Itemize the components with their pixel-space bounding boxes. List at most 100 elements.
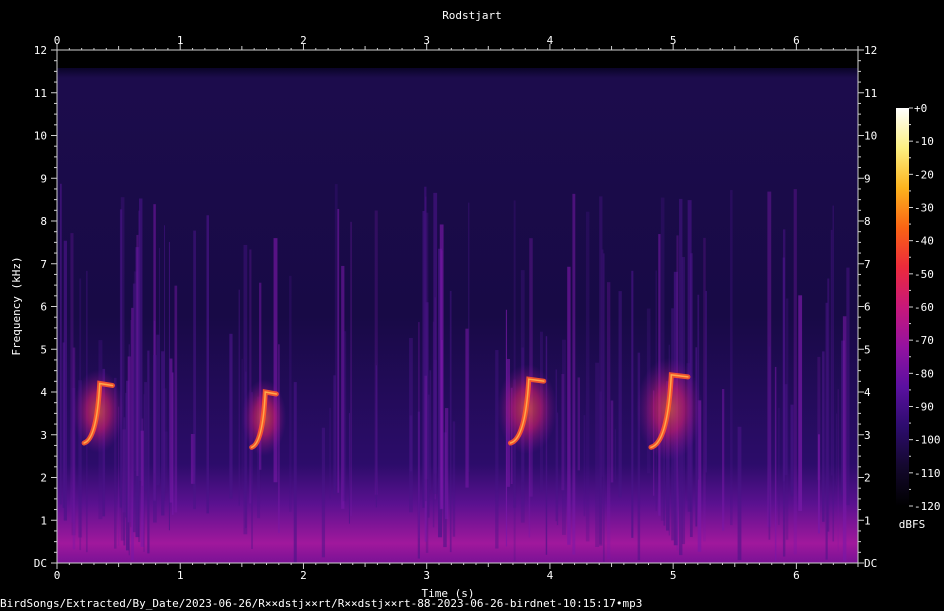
noise-streak [249,249,252,504]
noise-streak [350,221,352,516]
noise-streak [610,400,614,483]
noise-streak [614,429,616,480]
bird-call-4 [636,357,703,461]
noise-streak [822,351,825,522]
colorbar-tick-label: -120 [914,500,941,513]
y-tick-label-right: 7 [864,258,871,271]
y-tick-label: 7 [40,258,47,271]
y-tick-label: 12 [34,44,47,57]
y-tick-label-right: 10 [864,130,877,143]
noise-streak [144,382,148,491]
noise-streak [817,434,820,534]
noise-streak [722,388,725,531]
noise-streak [329,407,331,499]
noise-streak [141,418,144,486]
noise-streak [842,316,847,562]
y-tick-label: 10 [34,130,47,143]
noise-streak [774,366,777,561]
noise-streak [147,350,150,554]
x-tick-label-top: 1 [177,34,184,47]
y-axis-left: DC123456789101112 [34,44,57,570]
noise-streak [153,355,157,523]
noise-streak [465,328,469,488]
noise-streak [441,250,443,489]
y-tick-label-right: 8 [864,215,871,228]
noise-streak [206,215,210,514]
noise-streak [128,344,131,556]
colorbar-tick-label: -50 [914,268,934,281]
noise-streak [495,350,499,549]
colorbar-tick-label: -100 [914,434,941,447]
x-tick-label-top: 5 [670,34,677,47]
y-tick-label: 8 [40,215,47,228]
y-tick-label-right: 4 [864,386,871,399]
noise-streak [561,373,565,491]
noise-streak [342,331,347,502]
noise-streak [174,285,178,513]
noise-streak [567,266,571,545]
x-tick-label-top: 4 [547,34,554,47]
noise-streak [425,196,427,502]
noise-streak [606,282,611,559]
noise-streak [618,291,622,498]
colorbar-tick-label: -60 [914,301,934,314]
y-tick-label: 4 [40,386,47,399]
y-tick-label-right: 9 [864,172,871,185]
noise-streak [601,249,604,477]
colorbar-tick-label: -70 [914,334,934,347]
noise-streak [768,346,771,540]
noise-streak [793,189,797,555]
noise-streak [63,240,67,521]
noise-streak [703,237,706,542]
noise-streak [193,230,196,510]
y-tick-label: 9 [40,172,47,185]
noise-streak [637,352,641,561]
x-tick-label: 5 [670,569,677,582]
noise-streak [730,190,733,526]
bird-call-3 [497,364,558,454]
noise-streak [168,241,170,531]
noise-streak [289,275,292,512]
noise-streak [468,202,470,473]
noise-streak [293,382,297,563]
spectrogram-chart: 0123456 0123456 DC123456789101112 DC1234… [10,34,941,600]
y-tick-label-right: 12 [864,44,877,57]
y-tick-label-right: 11 [864,87,877,100]
noise-streak [429,370,432,490]
colorbar [896,108,909,506]
y-tick-label-right: 5 [864,343,871,356]
colorbar-tick-label: +0 [914,102,927,115]
colorbar-ticks: +0 -10 -20 -30 -40 -50 -60 -70 -80 -90 -100 -110 -12… [909,102,941,513]
x-tick-label: 3 [423,569,430,582]
noise-streak [72,347,76,550]
noise-streak [348,413,350,524]
noise-streak [778,407,780,525]
noise-streak [444,408,449,520]
noise-streak [321,427,326,558]
noise-streak [577,377,580,471]
noise-streak [433,359,437,474]
x-tick-label: 1 [177,569,184,582]
y-tick-label: DC [34,557,47,570]
noise-streak [595,362,600,547]
noise-streak [830,229,833,476]
colorbar-tick-label: -90 [914,401,934,414]
noise-streak [449,290,452,553]
noise-streak [784,384,788,476]
noise-streak [162,388,167,489]
file-path: BirdSongs/Extracted/By_Date/2023-06-26/R… [0,597,643,610]
noise-streak [827,278,830,532]
noise-streak [572,193,576,555]
x-axis-bottom: 0 1 2 3 4 5 6 [54,563,859,582]
y-axis-right: DC123456789101112 [858,44,877,570]
bird-call-2 [241,379,287,457]
colorbar-label: dBFS [899,518,926,531]
noise-streak [59,183,62,505]
y-tick-label-right: 2 [864,472,871,485]
noise-streak [583,415,586,517]
noise-streak [229,333,233,499]
noise-streak [555,369,558,522]
noise-streak [545,336,548,555]
noise-streak [585,211,590,542]
noise-streak [375,365,377,508]
